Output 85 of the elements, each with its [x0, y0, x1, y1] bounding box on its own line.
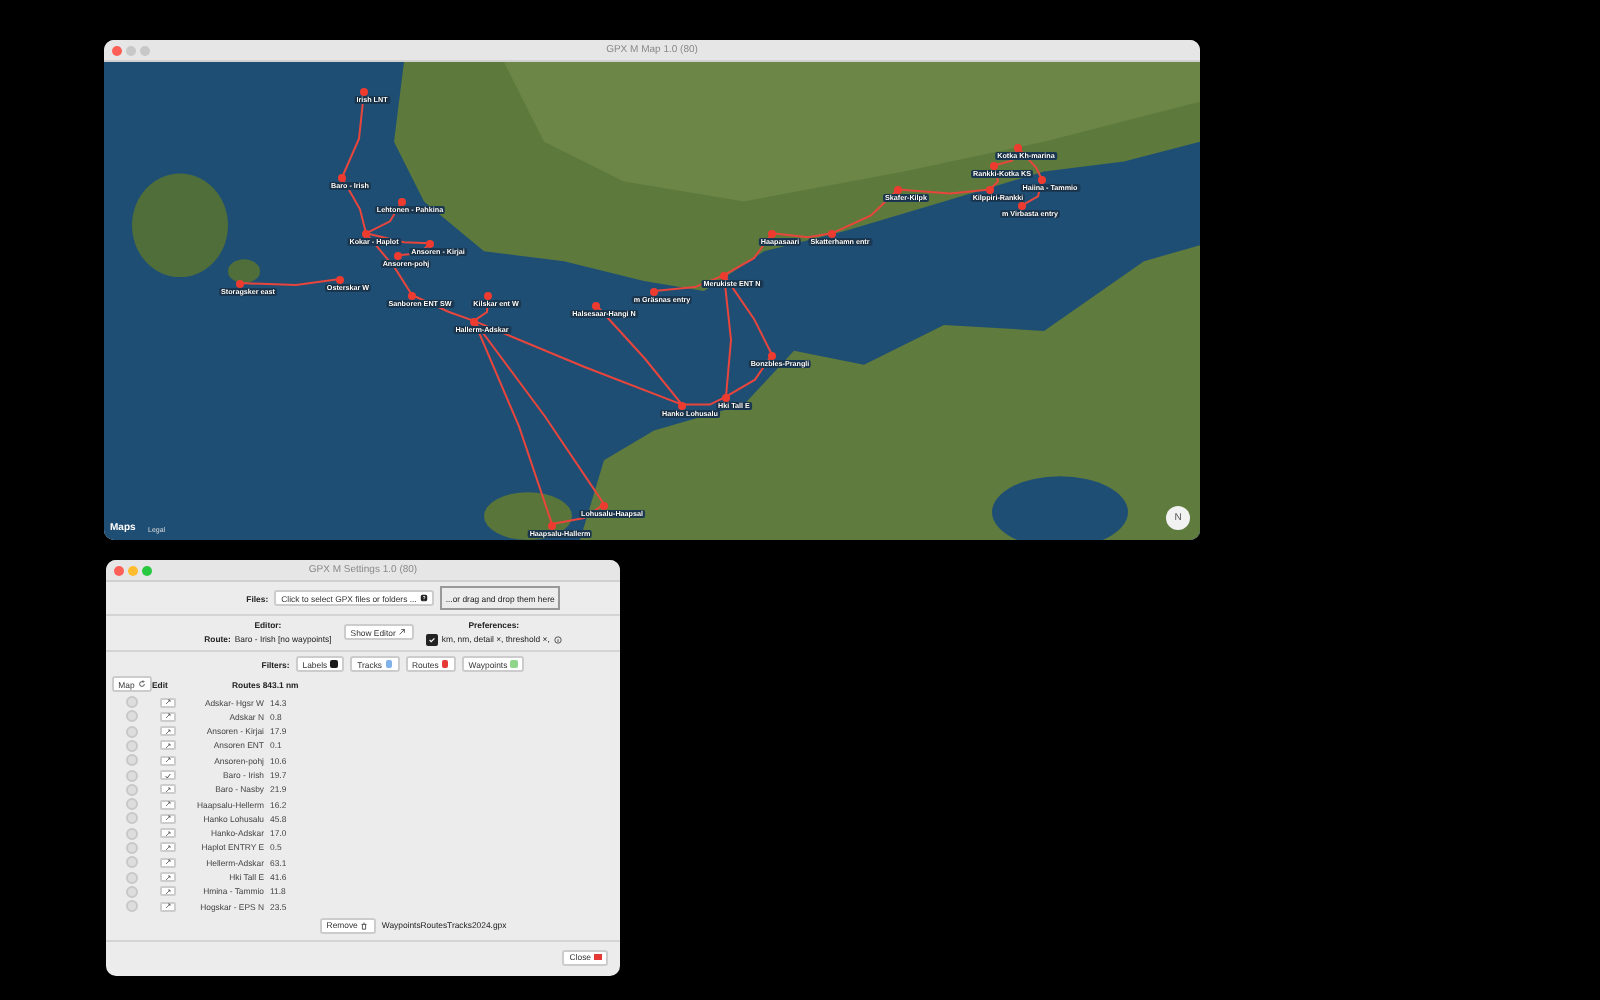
edit-button[interactable] — [160, 857, 176, 868]
close-window-icon[interactable] — [112, 45, 122, 55]
edit-button[interactable] — [160, 740, 176, 751]
map-pin-icon[interactable] — [484, 292, 492, 300]
diagonal-arrow-icon — [164, 698, 172, 707]
edit-button[interactable] — [160, 813, 176, 824]
checkmark-icon — [164, 771, 172, 779]
diagonal-arrow-icon — [164, 741, 172, 750]
map-toggle[interactable] — [126, 841, 138, 854]
map-pin-icon[interactable] — [336, 276, 344, 284]
map-toggle[interactable] — [126, 769, 138, 781]
zoom-window-icon[interactable] — [140, 45, 150, 55]
map-pin-icon[interactable] — [722, 394, 730, 402]
map-pin-icon[interactable] — [768, 352, 776, 360]
diagonal-arrow-icon — [164, 814, 172, 823]
map-toggle[interactable] — [126, 739, 138, 752]
diagonal-arrow-icon — [164, 873, 172, 882]
edit-button[interactable] — [160, 886, 176, 897]
edit-button[interactable] — [160, 828, 176, 839]
diagonal-arrow-icon — [164, 785, 172, 794]
map-pin-icon[interactable] — [426, 240, 434, 248]
map-toggle[interactable] — [126, 725, 138, 738]
map-pin-icon[interactable] — [362, 230, 370, 238]
info-icon[interactable] — [553, 635, 562, 643]
map-pin-icon[interactable] — [394, 252, 402, 260]
map-toggle[interactable] — [126, 710, 138, 723]
map-pin-icon[interactable] — [338, 174, 346, 182]
map-pin-icon[interactable] — [768, 230, 776, 238]
edit-button[interactable] — [160, 872, 176, 883]
edit-button[interactable] — [160, 697, 176, 708]
edit-button[interactable] — [160, 726, 176, 737]
map-toggle[interactable] — [126, 856, 138, 869]
map-pin-icon[interactable] — [236, 280, 244, 288]
map-pin-icon[interactable] — [592, 302, 600, 310]
trash-icon — [360, 921, 369, 930]
map-pin-icon[interactable] — [828, 230, 836, 238]
stop-icon — [594, 953, 601, 961]
diagonal-arrow-icon — [398, 628, 407, 636]
map-pin-icon[interactable] — [600, 502, 608, 510]
refresh-icon — [137, 680, 146, 689]
map-pin-icon[interactable] — [650, 288, 658, 296]
map-toggle[interactable] — [126, 754, 138, 767]
map-toggle[interactable] — [126, 696, 138, 709]
edit-button[interactable] — [160, 755, 176, 766]
minimize-window-icon[interactable] — [128, 565, 138, 575]
preferences-checkbox[interactable] — [425, 633, 438, 645]
edit-button[interactable] — [160, 901, 176, 912]
map-pin-icon[interactable] — [1018, 202, 1026, 210]
map-pin-icon[interactable] — [1014, 144, 1022, 152]
zoom-window-icon[interactable] — [142, 565, 152, 575]
edit-button[interactable] — [160, 842, 176, 853]
map-toggle[interactable] — [126, 812, 138, 825]
close-window-icon[interactable] — [114, 565, 124, 575]
map-toggle[interactable] — [126, 871, 138, 884]
question-icon — [419, 594, 428, 602]
map-toggle[interactable] — [126, 783, 138, 796]
diagonal-arrow-icon — [164, 829, 172, 838]
map-pin-icon[interactable] — [678, 402, 686, 410]
diagonal-arrow-icon — [164, 756, 172, 765]
edit-button[interactable] — [160, 799, 176, 810]
map-pin-icon[interactable] — [398, 198, 406, 206]
map-pin-icon[interactable] — [1038, 176, 1046, 184]
map-pin-icon[interactable] — [990, 162, 998, 170]
diagonal-arrow-icon — [164, 800, 172, 809]
diagonal-arrow-icon — [164, 727, 172, 736]
map-pin-icon[interactable] — [720, 272, 728, 280]
edit-button[interactable] — [160, 711, 176, 722]
map-pin-icon[interactable] — [470, 318, 478, 326]
map-toggle[interactable] — [126, 798, 138, 811]
map-pin-icon[interactable] — [548, 522, 556, 530]
diagonal-arrow-icon — [164, 902, 172, 911]
map-toggle[interactable] — [126, 827, 138, 840]
map-pin-icon[interactable] — [408, 292, 416, 300]
diagonal-arrow-icon — [164, 858, 172, 867]
diagonal-arrow-icon — [164, 887, 172, 896]
map-toggle[interactable] — [126, 900, 138, 913]
diagonal-arrow-icon — [164, 712, 172, 721]
diagonal-arrow-icon — [164, 843, 172, 852]
map-toggle[interactable] — [126, 885, 138, 898]
map-pin-icon[interactable] — [360, 88, 368, 96]
map-pin-icon[interactable] — [894, 186, 902, 194]
minimize-window-icon[interactable] — [126, 45, 136, 55]
edit-button[interactable] — [160, 770, 176, 780]
map-pin-icon[interactable] — [986, 186, 994, 194]
edit-button[interactable] — [160, 784, 176, 795]
